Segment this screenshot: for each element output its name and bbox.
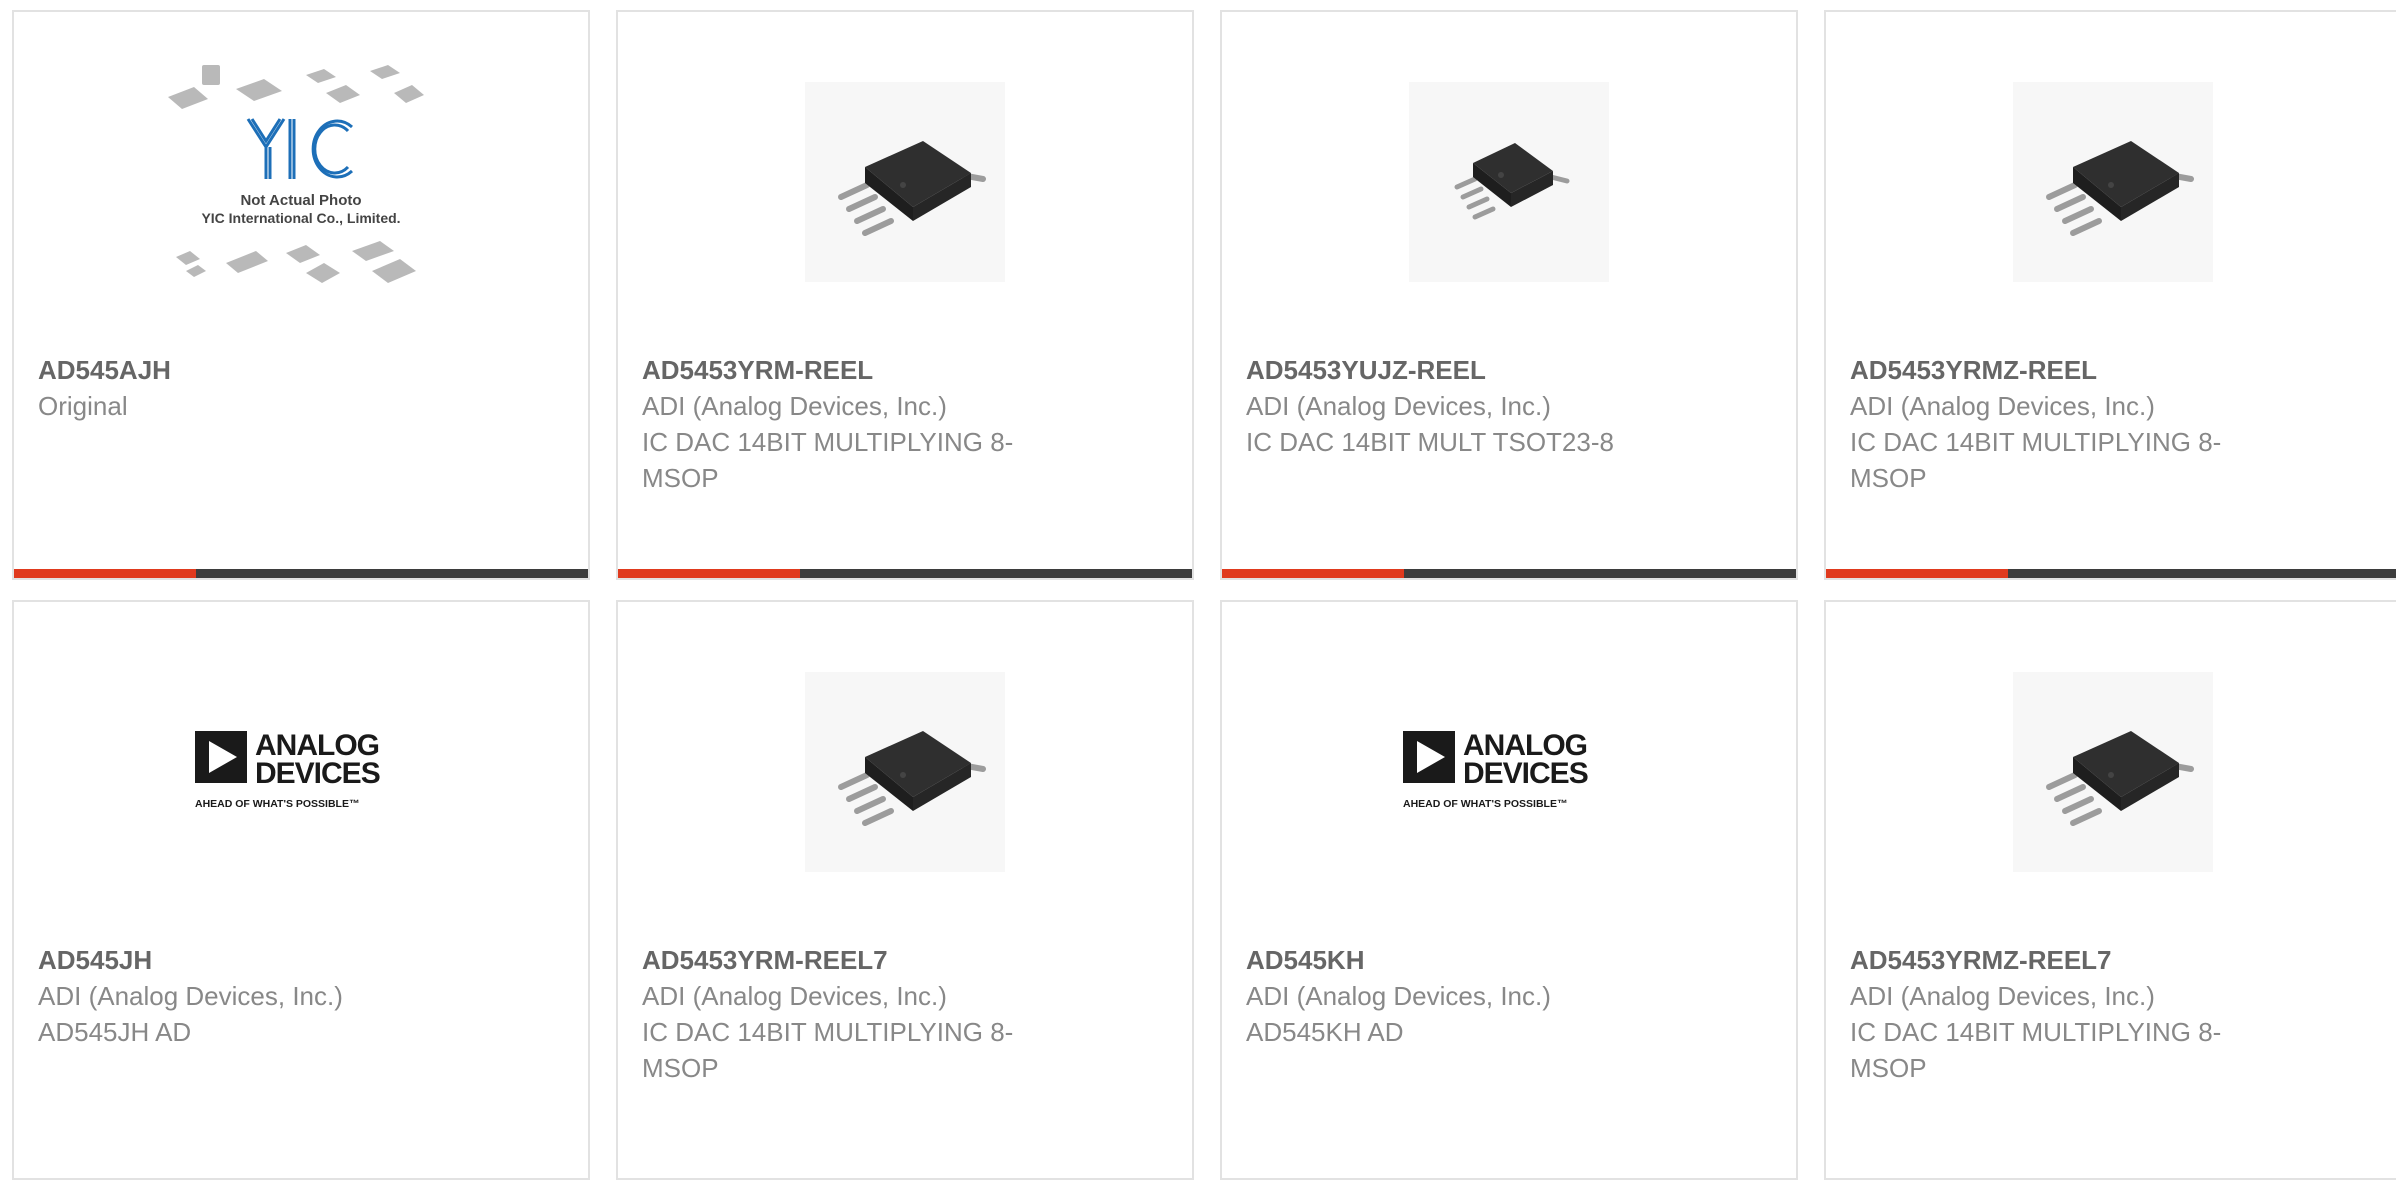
product-grid: Not Actual Photo YIC International Co., … — [0, 0, 2396, 1180]
manufacturer: ADI (Analog Devices, Inc.) — [38, 981, 343, 1011]
part-number[interactable]: AD5453YRMZ-REEL — [1850, 352, 2280, 388]
description: IC DAC 14BIT MULT TSOT23-8 — [1246, 427, 1614, 457]
product-info: AD5453YRMZ-REEL7 ADI (Analog Devices, In… — [1850, 942, 2280, 1086]
description-cont: MSOP — [642, 463, 719, 493]
placeholder-caption: Not Actual Photo — [240, 192, 361, 209]
product-info: AD545KH ADI (Analog Devices, Inc.) AD545… — [1246, 942, 1676, 1050]
product-image[interactable]: Not Actual Photo YIC International Co., … — [14, 12, 588, 352]
card-bar-accent — [14, 569, 196, 578]
svg-text:DEVICES: DEVICES — [255, 757, 380, 790]
card-bar — [14, 569, 588, 578]
part-number[interactable]: AD545JH — [38, 942, 468, 978]
manufacturer: ADI (Analog Devices, Inc.) — [1246, 391, 1551, 421]
product-card[interactable]: AD5453YRMZ-REEL ADI (Analog Devices, Inc… — [1824, 10, 2396, 580]
product-info: AD545JH ADI (Analog Devices, Inc.) AD545… — [38, 942, 468, 1050]
product-status: Original — [38, 391, 128, 421]
product-card[interactable]: AD5453YRM-REEL7 ADI (Analog Devices, Inc… — [616, 600, 1194, 1180]
card-bar — [618, 569, 1192, 578]
svg-text:AHEAD OF WHAT'S POSSIBLE™: AHEAD OF WHAT'S POSSIBLE™ — [195, 798, 359, 810]
product-info: AD5453YRMZ-REEL ADI (Analog Devices, Inc… — [1850, 352, 2280, 496]
product-image[interactable] — [1222, 12, 1796, 352]
msop-chip-image — [2013, 672, 2213, 872]
msop-chip-image — [2013, 82, 2213, 282]
yic-placeholder-image: Not Actual Photo YIC International Co., … — [168, 65, 424, 283]
product-info: AD5453YUJZ-REEL ADI (Analog Devices, Inc… — [1246, 352, 1676, 460]
part-number[interactable]: AD545AJH — [38, 352, 468, 388]
description-cont: MSOP — [642, 1053, 719, 1083]
analog-devices-logo: ANALOG DEVICES AHEAD OF WHAT'S POSSIBLE™ — [1403, 729, 1589, 810]
product-info: AD545AJH Original — [38, 352, 468, 424]
product-image[interactable]: ANALOG DEVICES AHEAD OF WHAT'S POSSIBLE™ — [14, 602, 588, 942]
description: IC DAC 14BIT MULTIPLYING 8- — [1850, 427, 2222, 457]
product-image[interactable] — [1826, 12, 2396, 352]
description: AD545JH AD — [38, 1017, 192, 1047]
description: IC DAC 14BIT MULTIPLYING 8- — [642, 1017, 1014, 1047]
msop-chip-image — [805, 82, 1005, 282]
product-card[interactable]: ANALOG DEVICES AHEAD OF WHAT'S POSSIBLE™… — [1220, 600, 1798, 1180]
product-card[interactable]: ANALOG DEVICES AHEAD OF WHAT'S POSSIBLE™… — [12, 600, 590, 1180]
card-bar — [1826, 569, 2396, 578]
part-number[interactable]: AD5453YRM-REEL — [642, 352, 1072, 388]
card-bar — [1222, 569, 1796, 578]
card-bar-accent — [1222, 569, 1404, 578]
description-cont: MSOP — [1850, 1053, 1927, 1083]
description: IC DAC 14BIT MULTIPLYING 8- — [1850, 1017, 2222, 1047]
product-card[interactable]: Not Actual Photo YIC International Co., … — [12, 10, 590, 580]
part-number[interactable]: AD5453YRMZ-REEL7 — [1850, 942, 2280, 978]
analog-devices-logo: ANALOG DEVICES AHEAD OF WHAT'S POSSIBLE™ — [195, 729, 381, 810]
card-bar-accent — [1826, 569, 2008, 578]
product-image[interactable]: ANALOG DEVICES AHEAD OF WHAT'S POSSIBLE™ — [1222, 602, 1796, 942]
product-card[interactable]: AD5453YRMZ-REEL7 ADI (Analog Devices, In… — [1824, 600, 2396, 1180]
manufacturer: ADI (Analog Devices, Inc.) — [1850, 981, 2155, 1011]
manufacturer: ADI (Analog Devices, Inc.) — [642, 391, 947, 421]
product-image[interactable] — [618, 12, 1192, 352]
svg-text:AHEAD OF WHAT'S POSSIBLE™: AHEAD OF WHAT'S POSSIBLE™ — [1403, 798, 1567, 810]
tsot-chip-image — [1409, 82, 1609, 282]
product-card[interactable]: AD5453YRM-REEL ADI (Analog Devices, Inc.… — [616, 10, 1194, 580]
msop-chip-image — [805, 672, 1005, 872]
svg-text:DEVICES: DEVICES — [1463, 757, 1588, 790]
product-image[interactable] — [1826, 602, 2396, 942]
card-bar-accent — [618, 569, 800, 578]
manufacturer: ADI (Analog Devices, Inc.) — [642, 981, 947, 1011]
part-number[interactable]: AD5453YRM-REEL7 — [642, 942, 1072, 978]
description: AD545KH AD — [1246, 1017, 1404, 1047]
product-info: AD5453YRM-REEL7 ADI (Analog Devices, Inc… — [642, 942, 1072, 1086]
manufacturer: ADI (Analog Devices, Inc.) — [1850, 391, 2155, 421]
product-image[interactable] — [618, 602, 1192, 942]
placeholder-company: YIC International Co., Limited. — [201, 210, 400, 226]
product-card[interactable]: AD5453YUJZ-REEL ADI (Analog Devices, Inc… — [1220, 10, 1798, 580]
description-cont: MSOP — [1850, 463, 1927, 493]
part-number[interactable]: AD545KH — [1246, 942, 1676, 978]
part-number[interactable]: AD5453YUJZ-REEL — [1246, 352, 1676, 388]
manufacturer: ADI (Analog Devices, Inc.) — [1246, 981, 1551, 1011]
product-info: AD5453YRM-REEL ADI (Analog Devices, Inc.… — [642, 352, 1072, 496]
description: IC DAC 14BIT MULTIPLYING 8- — [642, 427, 1014, 457]
